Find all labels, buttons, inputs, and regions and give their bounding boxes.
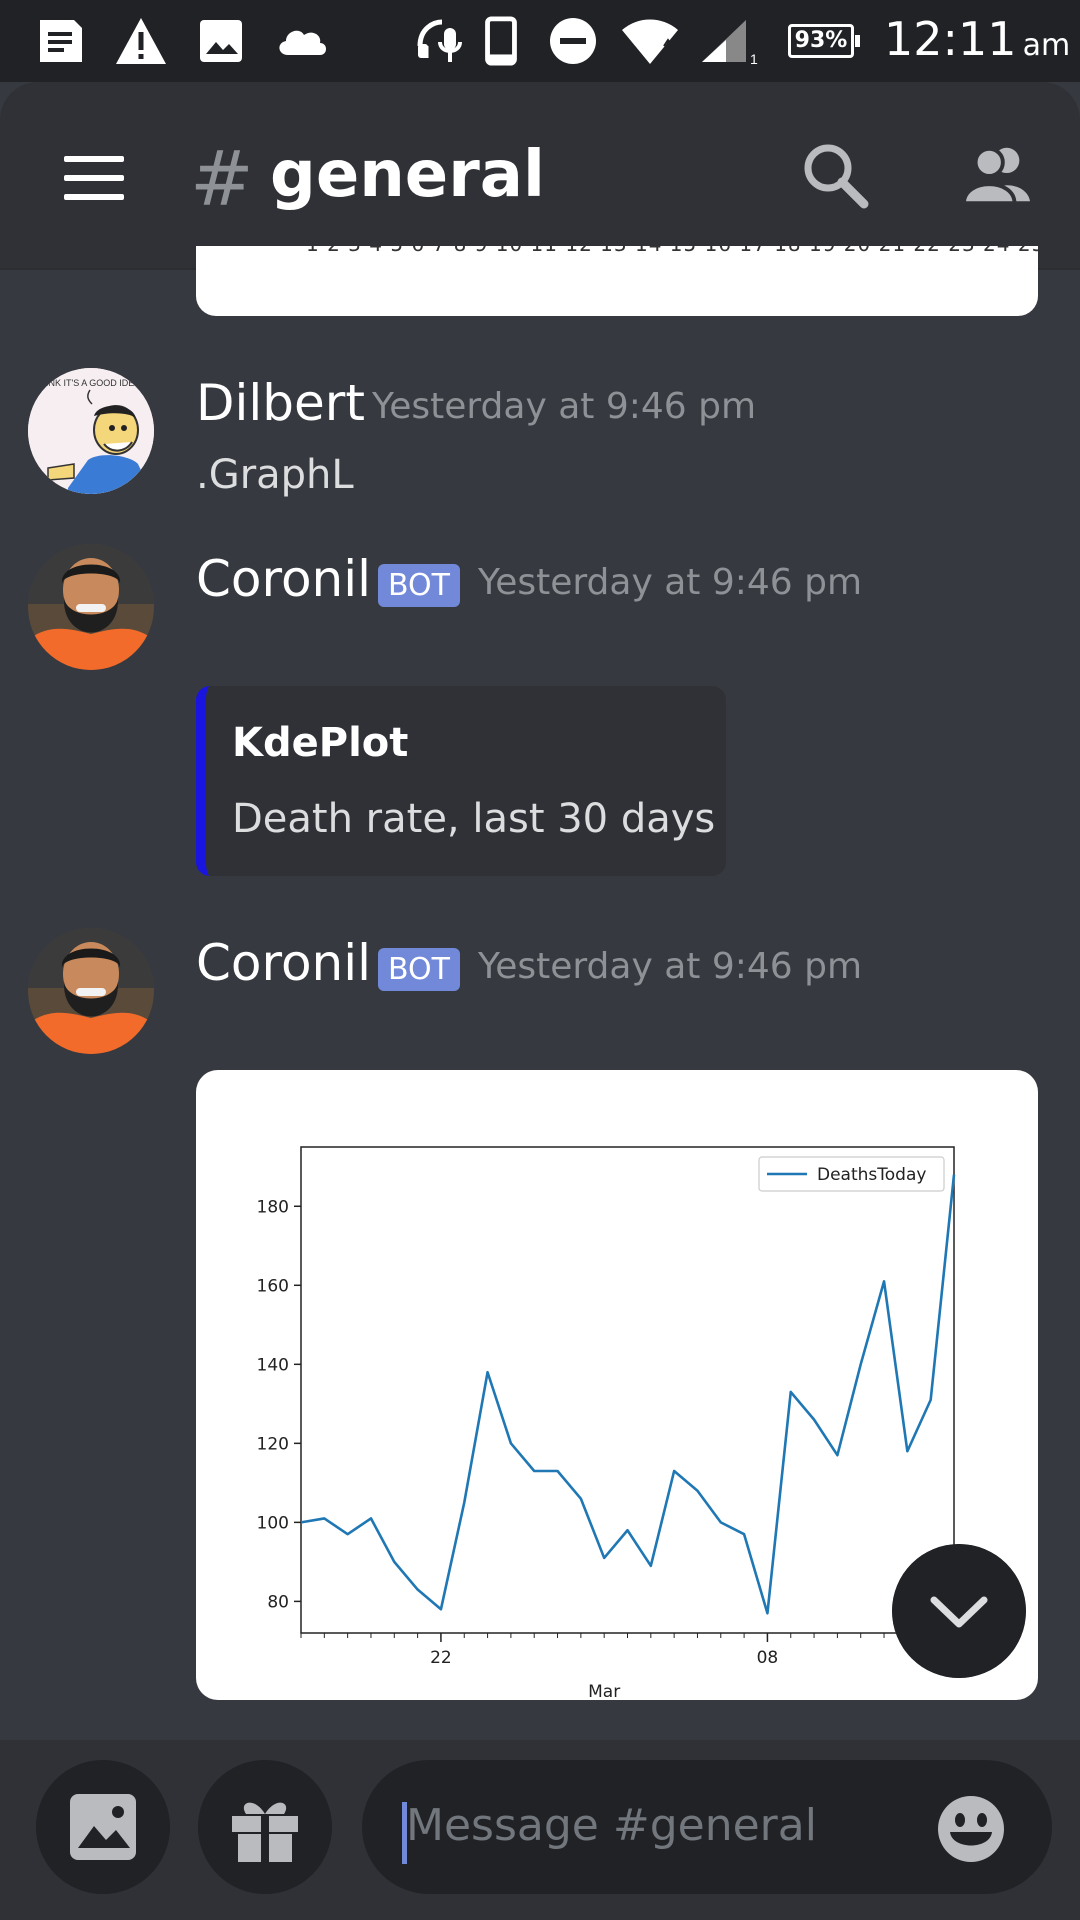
notes-icon bbox=[40, 20, 82, 62]
clock-time: 12:11 bbox=[884, 12, 1017, 66]
embed-description: Death rate, last 30 days bbox=[232, 796, 716, 842]
channel-name: general bbox=[270, 138, 545, 212]
message-author[interactable]: Coronil bbox=[196, 934, 371, 992]
cell-signal-icon: 1 bbox=[702, 20, 758, 66]
image-icon bbox=[200, 20, 242, 62]
y-tick-label: 140 bbox=[257, 1355, 289, 1375]
avatar-caption: I THINK IT'S A GOOD IDEA. bbox=[29, 378, 143, 388]
message-timestamp: Yesterday at 9:46 pm bbox=[478, 946, 863, 987]
warning-icon bbox=[116, 18, 166, 64]
message-timestamp: Yesterday at 9:46 pm bbox=[478, 562, 863, 603]
plot-frame bbox=[300, 1146, 955, 1634]
channel-hash: # bbox=[190, 134, 254, 223]
do-not-disturb-icon bbox=[550, 18, 596, 64]
message-placeholder: Message #general bbox=[406, 1800, 817, 1851]
message-timestamp: Yesterday at 9:46 pm bbox=[372, 386, 757, 427]
avatar[interactable] bbox=[28, 928, 154, 1054]
message-input[interactable]: Message #general bbox=[362, 1760, 1052, 1894]
avatar[interactable] bbox=[28, 544, 154, 670]
phone-icon bbox=[485, 16, 517, 66]
battery-indicator: 93% bbox=[788, 24, 860, 58]
scroll-to-bottom-button[interactable] bbox=[892, 1544, 1026, 1678]
y-tick-label: 100 bbox=[257, 1513, 289, 1533]
message-embed: KdePlot Death rate, last 30 days bbox=[196, 686, 726, 876]
avatar[interactable]: I THINK IT'S A GOOD IDEA. bbox=[28, 368, 154, 494]
previous-chart-embed[interactable]: 1 2 3 4 5 6 7 8 9 10 11 12 13 14 15 16 1… bbox=[196, 246, 1038, 316]
y-tick-label: 180 bbox=[257, 1197, 289, 1217]
emoji-icon[interactable] bbox=[936, 1794, 1006, 1864]
x-tick-label: 08 bbox=[757, 1648, 779, 1668]
y-tick-label: 120 bbox=[257, 1434, 289, 1454]
headset-mic-icon bbox=[417, 19, 462, 62]
search-icon[interactable] bbox=[800, 140, 870, 210]
status-bar: 1 93% 12:11 am bbox=[0, 0, 1080, 82]
x-tick-label: 22 bbox=[430, 1648, 452, 1668]
bot-tag: BOT bbox=[378, 948, 460, 991]
message-author[interactable]: Dilbert bbox=[196, 374, 365, 432]
clock: 12:11 am bbox=[884, 12, 1070, 66]
menu-icon[interactable] bbox=[64, 156, 124, 200]
message-text: .GraphL bbox=[196, 452, 354, 498]
gift-button[interactable] bbox=[198, 1760, 332, 1894]
y-tick-label: 160 bbox=[257, 1276, 289, 1296]
y-tick-label: 80 bbox=[267, 1592, 289, 1612]
x-sublabel: Mar bbox=[588, 1682, 620, 1700]
previous-chart-ticks: 1 2 3 4 5 6 7 8 9 10 11 12 13 14 15 16 1… bbox=[306, 246, 1038, 256]
attach-image-button[interactable] bbox=[36, 1760, 170, 1894]
legend-label: DeathsToday bbox=[817, 1165, 926, 1185]
embed-title: KdePlot bbox=[232, 720, 409, 766]
cloud-icon bbox=[279, 30, 326, 55]
wifi-icon bbox=[622, 19, 678, 64]
bot-tag: BOT bbox=[378, 564, 460, 607]
image-icon bbox=[70, 1794, 136, 1860]
svg-text:1: 1 bbox=[750, 51, 758, 66]
members-icon[interactable] bbox=[962, 140, 1032, 210]
clock-ampm: am bbox=[1022, 28, 1071, 63]
message-author[interactable]: Coronil bbox=[196, 550, 371, 608]
